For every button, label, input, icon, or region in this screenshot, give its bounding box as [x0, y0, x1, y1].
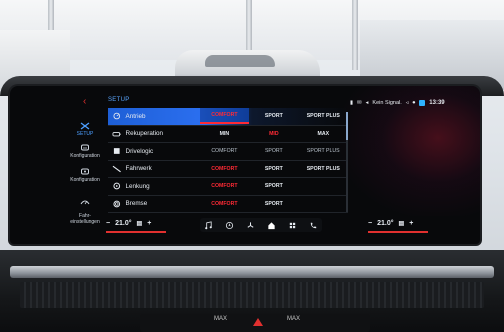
setting-row-bremse[interactable]: Bremse COMFORT SPORT — [108, 196, 348, 213]
dashboard-trim — [10, 266, 494, 278]
bottom-bar: − 21.0° ▤ + − 21.0° ▤ + — [10, 214, 480, 244]
steering-icon — [113, 182, 121, 190]
profile-config-icon — [81, 144, 89, 151]
option-mid[interactable]: MID — [249, 131, 298, 137]
sidebar: SETUP Konfiguration Konfiguration Fahr- … — [65, 100, 105, 225]
hazard-warning-icon[interactable] — [253, 318, 263, 326]
temperature-left[interactable]: 21.0° — [115, 220, 131, 227]
sidebar-item-label: Konfiguration — [70, 177, 100, 183]
apps-icon[interactable] — [288, 221, 297, 230]
chassis-icon — [112, 165, 121, 173]
option-comfort[interactable]: COMFORT — [200, 148, 249, 154]
no-signal-icon: ◂ — [365, 100, 369, 106]
setting-row-fahrwerk[interactable]: Fahrwerk COMFORT SPORT SPORT PLUS — [108, 161, 348, 178]
option-sport[interactable]: SPORT — [249, 113, 298, 119]
option-sport-plus[interactable]: SPORT PLUS — [299, 113, 348, 119]
setting-label: Bremse — [125, 200, 148, 208]
sidebar-item-setup[interactable]: SETUP — [65, 122, 105, 137]
temperature-right[interactable]: 21.0° — [377, 220, 393, 227]
option-sport-plus[interactable]: SPORT PLUS — [299, 166, 348, 172]
phone-icon[interactable] — [309, 221, 318, 230]
option-max[interactable]: MAX — [299, 131, 348, 137]
app-dock — [200, 218, 322, 232]
drive-icon — [113, 112, 121, 120]
option-comfort[interactable]: COMFORT — [200, 183, 249, 189]
option-sport-plus[interactable]: SPORT PLUS — [299, 148, 348, 154]
option-sport[interactable]: SPORT — [249, 201, 298, 207]
setting-row-drivelogic[interactable]: Drivelogic COMFORT SPORT SPORT PLUS — [108, 143, 348, 161]
option-comfort[interactable]: COMFORT — [200, 166, 249, 172]
setting-label: Drivelogic — [125, 147, 154, 155]
home-icon[interactable] — [267, 221, 276, 230]
max-label-right: MAX — [287, 316, 301, 322]
roof-pillar — [352, 0, 358, 70]
climate-left: − 21.0° ▤ + — [106, 220, 166, 233]
page-title: SETUP — [108, 97, 130, 103]
sidebar-item-label: SETUP — [76, 131, 94, 137]
option-sport[interactable]: SPORT — [249, 148, 298, 154]
setting-row-lenkung[interactable]: Lenkung COMFORT SPORT — [108, 178, 348, 196]
temp-down-button-left[interactable]: − — [106, 220, 110, 227]
temp-bar-left — [106, 231, 166, 233]
signal-text: Kein Signal. — [372, 100, 402, 106]
setting-label: Fahrwerk — [125, 165, 152, 173]
setting-label: Antrieb — [125, 112, 146, 120]
settings-list: Antrieb COMFORT SPORT SPORT PLUS Rekuper… — [108, 108, 348, 213]
option-comfort[interactable]: COMFORT — [200, 201, 249, 207]
mic-icon: ⏺ — [412, 99, 416, 106]
seat-heat-icon-left[interactable]: ▤ — [137, 220, 143, 227]
setup-icon — [80, 122, 90, 130]
sidebar-item-label: Konfiguration — [70, 153, 100, 159]
battery-icon — [419, 100, 426, 106]
recuperation-icon — [112, 131, 121, 137]
sidebar-item-konfiguration-2[interactable]: Konfiguration — [65, 168, 105, 183]
fan-icon[interactable] — [246, 221, 255, 230]
temp-bar-right — [368, 231, 428, 233]
option-min[interactable]: MIN — [200, 131, 249, 137]
navigation-icon[interactable] — [225, 221, 234, 230]
sidebar-item-konfiguration-1[interactable]: Konfiguration — [65, 144, 105, 159]
notification-icon: ▮ — [350, 100, 354, 106]
message-icon: ✉ — [357, 100, 362, 106]
setting-row-antrieb[interactable]: Antrieb COMFORT SPORT SPORT PLUS — [108, 108, 348, 126]
temp-down-button-right[interactable]: − — [368, 220, 372, 227]
setting-label: Lenkung — [125, 182, 150, 190]
volume-icon: ◃ — [405, 100, 409, 106]
music-icon[interactable] — [204, 220, 213, 230]
car-config-icon — [81, 168, 89, 175]
seat-heat-icon-right[interactable]: ▤ — [399, 220, 405, 227]
climate-right: − 21.0° ▤ + — [368, 220, 428, 233]
option-sport[interactable]: SPORT — [249, 183, 298, 189]
status-bar: ▮ ✉ ◂ Kein Signal. ◃ ⏺ 13:39 — [350, 98, 476, 108]
setting-row-rekuperation[interactable]: Rekuperation MIN MID MAX — [108, 126, 348, 143]
brake-icon — [113, 200, 121, 208]
clock: 13:39 — [429, 100, 445, 106]
drivelogic-icon — [113, 148, 120, 155]
option-sport[interactable]: SPORT — [249, 166, 298, 172]
max-label-left: MAX — [214, 316, 228, 322]
parked-car-window — [205, 55, 275, 67]
setting-label: Rekuperation — [125, 130, 163, 138]
air-vent — [20, 282, 484, 308]
driving-settings-icon — [80, 200, 90, 205]
option-comfort[interactable]: COMFORT — [199, 108, 250, 125]
temp-up-button-right[interactable]: + — [409, 220, 413, 227]
temp-up-button-left[interactable]: + — [147, 220, 151, 227]
infotainment-screen: ‹ SETUP Konfiguration Konfiguration Fahr… — [10, 86, 480, 244]
scrollbar-thumb[interactable] — [346, 112, 348, 140]
